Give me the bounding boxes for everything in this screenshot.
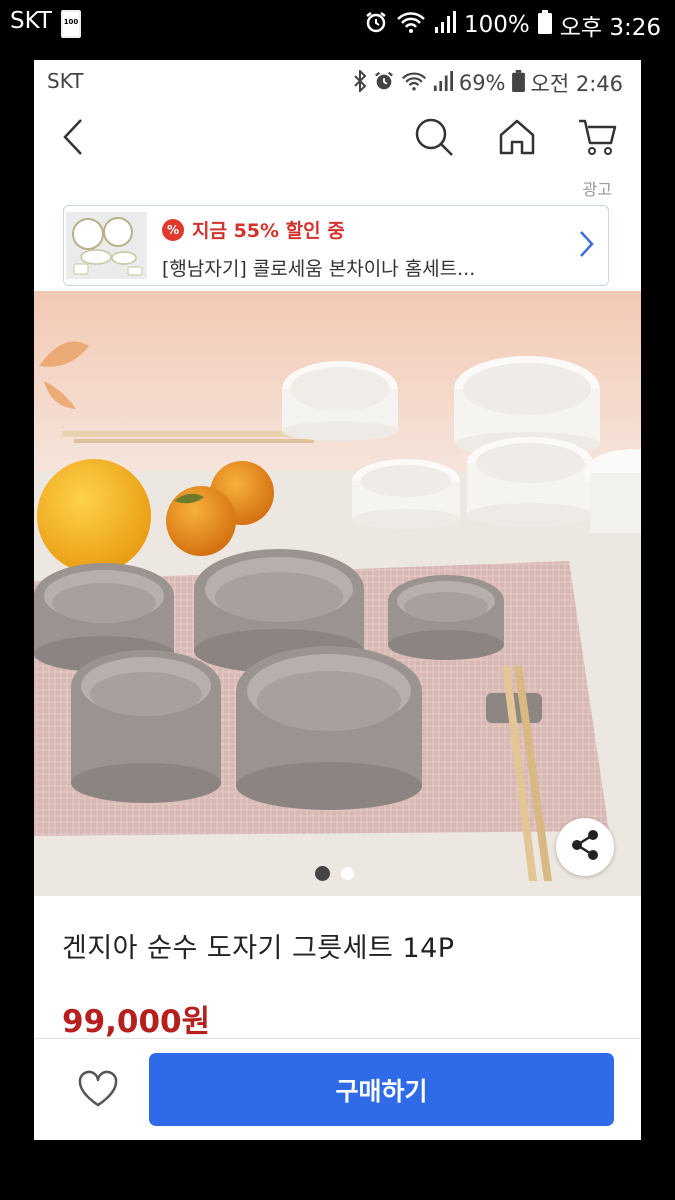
- back-icon: [62, 118, 84, 160]
- home-icon: [498, 118, 536, 160]
- battery-icon: [537, 10, 552, 40]
- cart-button[interactable]: [574, 116, 620, 162]
- bottom-action-bar: 구매하기: [34, 1038, 641, 1140]
- alarm-icon: [364, 10, 388, 40]
- outer-battery-percent: 100%: [463, 12, 530, 38]
- buy-button[interactable]: 구매하기: [149, 1053, 614, 1126]
- product-price: 99,000원: [62, 1004, 211, 1040]
- product-page: SKT 69% 오전 2:46 광고 % 지금 55% 할인 중 [행남자기] …: [34, 60, 641, 1140]
- discount-badge-icon: %: [162, 218, 184, 241]
- inner-status-right: 69% 오전 2:46: [353, 68, 623, 98]
- alarm-icon: [373, 70, 395, 97]
- back-button[interactable]: [50, 116, 96, 162]
- cart-icon: [577, 117, 617, 161]
- ad-banner[interactable]: % 지금 55% 할인 중 [행남자기] 콜로세움 본차이나 홈세트...: [63, 205, 609, 286]
- home-button[interactable]: [494, 116, 540, 162]
- carousel-dot-2[interactable]: [341, 867, 354, 880]
- share-icon: [569, 829, 601, 865]
- product-image: [34, 291, 641, 896]
- product-image-carousel[interactable]: [34, 291, 641, 896]
- wishlist-button[interactable]: [74, 1067, 122, 1115]
- carousel-indicator: [315, 866, 354, 881]
- app-bar: [34, 102, 641, 178]
- outer-status-right: 100% 오후 3:26: [364, 8, 661, 42]
- share-button[interactable]: [556, 818, 614, 876]
- wifi-icon: [396, 10, 426, 40]
- sim-card-icon: 100: [61, 10, 81, 38]
- ad-discount-text: 지금 55% 할인 중: [192, 220, 345, 242]
- inner-battery-percent: 69%: [458, 71, 506, 95]
- carousel-dot-1[interactable]: [315, 866, 330, 881]
- battery-icon: [511, 69, 525, 97]
- ad-label: 광고: [582, 180, 612, 199]
- chevron-right-icon: [578, 230, 594, 262]
- signal-icon: [433, 70, 453, 97]
- inner-carrier: SKT: [47, 69, 84, 93]
- heart-icon: [77, 1070, 119, 1112]
- search-button[interactable]: [411, 116, 457, 162]
- outer-clock: 오후 3:26: [559, 15, 661, 41]
- search-icon: [414, 117, 454, 161]
- ad-thumbnail: [66, 212, 147, 279]
- outer-carrier: SKT: [10, 8, 52, 34]
- inner-status-bar: SKT 69% 오전 2:46: [34, 60, 641, 102]
- wifi-icon: [401, 70, 427, 97]
- product-title: 겐지아 순수 도자기 그릇세트 14P: [62, 933, 455, 964]
- bluetooth-icon: [353, 68, 367, 97]
- signal-icon: [434, 10, 456, 40]
- ad-title: [행남자기] 콜로세움 본차이나 홈세트...: [162, 258, 476, 280]
- outer-status-bar: SKT 100 100% 오후 3:26: [0, 0, 675, 44]
- inner-clock: 오전 2:46: [530, 72, 623, 96]
- ad-discount: % 지금 55% 할인 중: [162, 216, 345, 243]
